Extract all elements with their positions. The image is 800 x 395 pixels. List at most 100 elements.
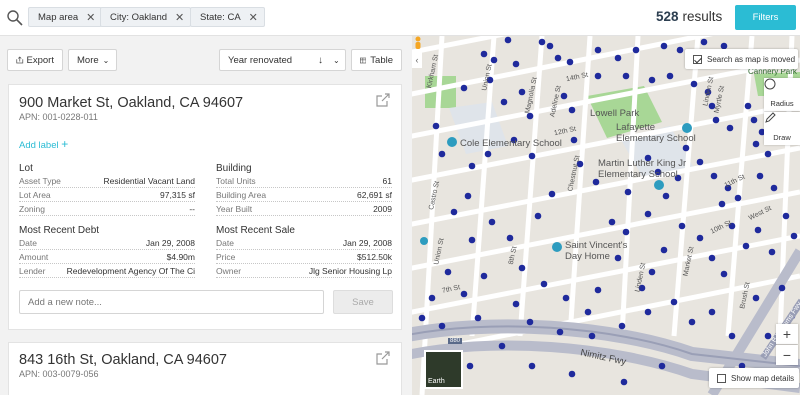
property-marker[interactable] <box>538 38 546 46</box>
school-marker-icon[interactable] <box>654 180 664 190</box>
property-marker[interactable] <box>562 294 570 302</box>
property-marker[interactable] <box>782 212 790 220</box>
property-address[interactable]: 900 Market St, Oakland, CA 94607 <box>19 95 243 111</box>
property-address[interactable]: 843 16th St, Oakland, CA 94607 <box>19 352 227 368</box>
property-marker[interactable] <box>720 270 728 278</box>
property-marker[interactable] <box>712 116 720 124</box>
collapse-map-icon[interactable]: ‹ <box>412 52 422 68</box>
search-as-moved-toggle[interactable]: Search as map is moved <box>685 49 798 69</box>
property-marker[interactable] <box>512 300 520 308</box>
property-marker[interactable] <box>728 332 736 340</box>
property-marker[interactable] <box>682 144 690 152</box>
property-marker[interactable] <box>594 46 602 54</box>
property-marker[interactable] <box>464 192 472 200</box>
property-marker[interactable] <box>644 308 652 316</box>
chip-close-icon[interactable]: ✕ <box>249 11 258 24</box>
school-marker-icon[interactable] <box>447 137 457 147</box>
property-marker[interactable] <box>648 76 656 84</box>
property-marker[interactable] <box>632 46 640 54</box>
filter-chip-map-area[interactable]: Map area ✕ <box>28 7 103 27</box>
property-marker[interactable] <box>594 286 602 294</box>
property-marker[interactable] <box>744 102 752 110</box>
map-canvas[interactable] <box>412 36 800 395</box>
property-marker[interactable] <box>540 280 548 288</box>
property-marker[interactable] <box>466 362 474 370</box>
earth-view-toggle[interactable]: Earth <box>424 350 463 389</box>
property-marker[interactable] <box>618 322 626 330</box>
property-marker[interactable] <box>658 362 666 370</box>
property-marker[interactable] <box>526 318 534 326</box>
property-marker[interactable] <box>660 42 668 50</box>
property-marker[interactable] <box>726 124 734 132</box>
property-marker[interactable] <box>506 234 514 242</box>
property-marker[interactable] <box>432 122 440 130</box>
property-marker[interactable] <box>718 200 726 208</box>
table-view-button[interactable]: Table <box>351 49 402 71</box>
property-marker[interactable] <box>584 308 592 316</box>
property-marker[interactable] <box>534 212 542 220</box>
sort-direction-icon[interactable]: ↓ <box>318 55 323 66</box>
property-marker[interactable] <box>418 314 426 322</box>
property-marker[interactable] <box>548 190 556 198</box>
property-marker[interactable] <box>484 150 492 158</box>
place-marker-icon[interactable] <box>552 242 562 252</box>
property-marker[interactable] <box>770 184 778 192</box>
property-card[interactable]: 843 16th St, Oakland, CA 94607 APN: 003-… <box>8 342 402 395</box>
property-marker[interactable] <box>480 272 488 280</box>
filter-chip-state[interactable]: State: CA ✕ <box>190 7 265 27</box>
property-marker[interactable] <box>688 318 696 326</box>
property-marker[interactable] <box>764 332 772 340</box>
property-marker[interactable] <box>594 72 602 80</box>
property-marker[interactable] <box>750 116 758 124</box>
property-marker[interactable] <box>566 58 574 66</box>
filter-chip-city[interactable]: City: Oakland ✕ <box>100 7 192 27</box>
property-marker[interactable] <box>468 162 476 170</box>
property-marker[interactable] <box>676 46 684 54</box>
pegman-icon[interactable] <box>412 36 424 52</box>
note-input[interactable]: Add a new note... <box>19 290 324 314</box>
property-marker[interactable] <box>500 98 508 106</box>
sort-select[interactable]: Year renovated ↓ ⌄ <box>219 49 346 71</box>
property-marker[interactable] <box>608 218 616 226</box>
property-marker[interactable] <box>546 42 554 50</box>
checkbox-checked-icon[interactable] <box>693 54 702 64</box>
property-marker[interactable] <box>790 232 798 240</box>
property-marker[interactable] <box>764 150 772 158</box>
property-marker[interactable] <box>556 328 564 336</box>
property-marker[interactable] <box>560 92 568 100</box>
property-marker[interactable] <box>700 38 708 46</box>
property-marker[interactable] <box>756 172 764 180</box>
property-marker[interactable] <box>648 268 656 276</box>
checkbox-icon[interactable] <box>717 373 726 383</box>
property-marker[interactable] <box>708 254 716 262</box>
map[interactable]: Lowell Park Lafayette Elementary School … <box>412 36 800 395</box>
draw-tool-button[interactable]: Draw <box>764 112 800 145</box>
property-marker[interactable] <box>660 246 668 254</box>
property-marker[interactable] <box>570 136 578 144</box>
property-marker[interactable] <box>450 208 458 216</box>
property-marker[interactable] <box>670 298 678 306</box>
property-marker[interactable] <box>644 210 652 218</box>
place-marker-icon[interactable] <box>420 237 428 245</box>
property-marker[interactable] <box>528 152 536 160</box>
property-marker[interactable] <box>474 314 482 322</box>
add-label-link[interactable]: Add label + <box>19 137 68 151</box>
property-marker[interactable] <box>778 284 786 292</box>
property-marker[interactable] <box>518 264 526 272</box>
property-marker[interactable] <box>568 370 576 378</box>
property-marker[interactable] <box>622 228 630 236</box>
property-marker[interactable] <box>708 308 716 316</box>
property-marker[interactable] <box>518 88 526 96</box>
save-note-button[interactable]: Save <box>333 290 393 314</box>
property-marker[interactable] <box>480 50 488 58</box>
property-marker[interactable] <box>554 54 562 62</box>
property-marker[interactable] <box>752 140 760 148</box>
filters-button[interactable]: Filters <box>735 5 796 30</box>
property-marker[interactable] <box>666 72 674 80</box>
property-marker[interactable] <box>438 322 446 330</box>
property-marker[interactable] <box>460 290 468 298</box>
property-marker[interactable] <box>490 56 498 64</box>
property-marker[interactable] <box>588 332 596 340</box>
property-marker[interactable] <box>488 218 496 226</box>
property-marker[interactable] <box>620 378 628 386</box>
